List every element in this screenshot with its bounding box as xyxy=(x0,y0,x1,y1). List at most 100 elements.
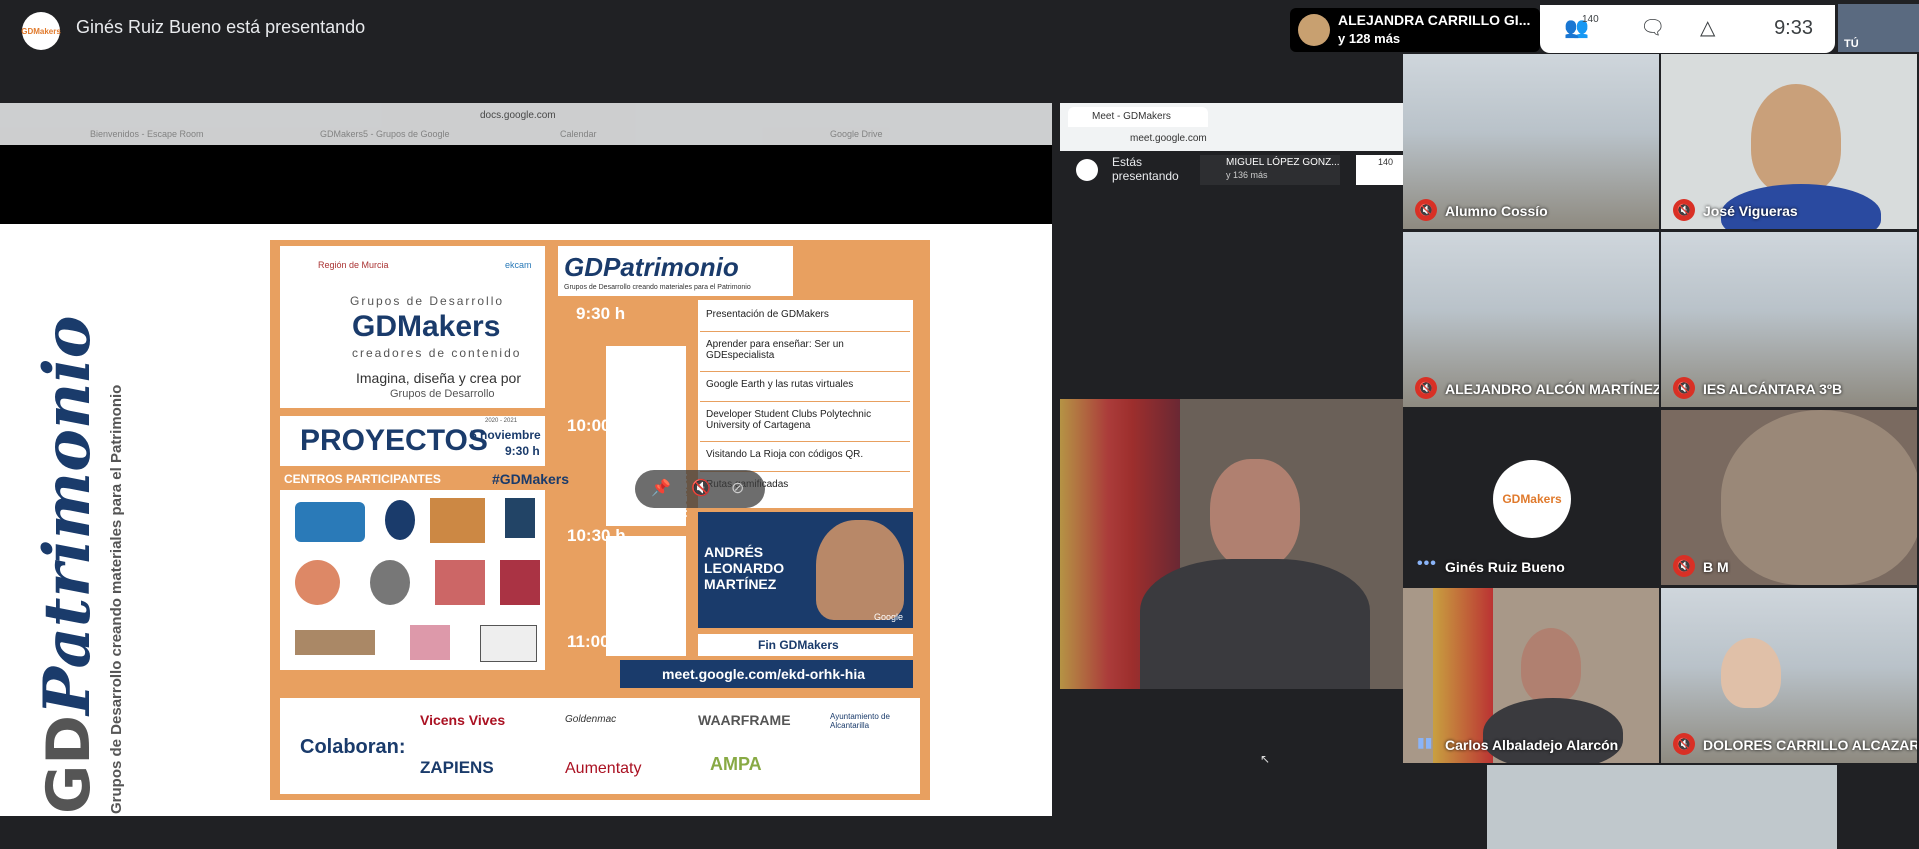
sponsor-logo: WAARFRAME xyxy=(698,712,791,728)
agenda-item: Visitando La Rioja con códigos QR. xyxy=(700,446,910,472)
vertical-gd: GD xyxy=(34,714,104,814)
participants-preview-chip[interactable]: ALEJANDRA CARRILLO GI... y 128 más xyxy=(1290,8,1540,52)
participant-tile-name: B M xyxy=(1703,559,1729,575)
nested-meet-top: Estás presentando MIGUEL LÓPEZ GONZ... y… xyxy=(1060,151,1403,189)
hashtag-label: #GDMakers xyxy=(492,471,570,487)
speaker-card: ANDRÉS LEONARDO MARTÍNEZ Google xyxy=(698,512,913,628)
participant-tile[interactable]: 🔇 IES ALCÁNTARA 3ºB xyxy=(1661,232,1917,407)
nested-participant-more: y 136 más xyxy=(1226,170,1268,180)
participant-tile[interactable]: ▮▮ Carlos Albaladejo Alarcón xyxy=(1403,588,1659,763)
participant-tile-name: ALEJANDRO ALCÓN MARTÍNEZ xyxy=(1445,381,1659,397)
shared-tab: Google Drive xyxy=(830,129,883,139)
vertical-subtitle: Grupos de Desarrollo creando materiales … xyxy=(108,384,125,814)
shared-document: GDPatrimonio Grupos de Desarrollo creand… xyxy=(0,224,1052,816)
participant-tile[interactable]: 🔇 B M xyxy=(1661,410,1917,585)
nested-browser-bar: Meet - GDMakers meet.google.com xyxy=(1060,103,1403,151)
shared-tab: Calendar xyxy=(560,129,597,139)
nested-speaker-video xyxy=(1060,399,1403,689)
more-options-icon[interactable]: ••• xyxy=(1417,555,1437,573)
meeting-toolbar: 👥 140 🗨 △ 9:33 xyxy=(1540,5,1835,53)
chat-icon[interactable]: 🗨 xyxy=(1640,15,1665,40)
nested-url: meet.google.com xyxy=(1130,133,1207,144)
grupos-desarrollo-text: Grupos de Desarrollo xyxy=(350,294,505,308)
colaboran-box: Colaboran: Vicens Vives Goldenmac WAARFR… xyxy=(280,698,920,794)
nested-participant: MIGUEL LÓPEZ GONZ... xyxy=(1226,157,1340,168)
participant-avatar xyxy=(1298,14,1330,46)
nested-meet-screen: Meet - GDMakers meet.google.com Estás pr… xyxy=(1060,103,1403,848)
shared-tab: GDMakers5 - Grupos de Google xyxy=(320,129,450,139)
colaboran-label: Colaboran: xyxy=(300,736,406,758)
participant-avatar: GDMakers xyxy=(1493,460,1571,538)
ekcam-logo-text: ekcam xyxy=(505,260,532,270)
nested-count: 140 xyxy=(1378,157,1394,167)
participant-tile-name: Carlos Albaladejo Alarcón xyxy=(1445,737,1619,753)
self-view-tile[interactable]: TÚ xyxy=(1838,4,1919,52)
participant-tile[interactable]: 🔇 José Vigueras xyxy=(1661,54,1917,229)
shared-tab: Bienvenidos - Escape Room xyxy=(90,129,204,139)
sponsor-logo: Aumentaty xyxy=(565,760,642,777)
mic-off-icon: 🔇 xyxy=(1673,555,1695,577)
participant-tile-name: DOLORES CARRILLO ALCAZAR xyxy=(1703,737,1917,753)
proyectos-box: PROYECTOS 2020 - 2021 5 noviembre 9:30 h xyxy=(280,416,545,466)
sponsor-logo: AMPA xyxy=(710,754,762,774)
participant-tile[interactable]: GDMakers ••• Ginés Ruiz Bueno xyxy=(1403,410,1659,585)
activities-icon[interactable]: △ xyxy=(1700,15,1715,40)
centros-label: CENTROS PARTICIPANTES xyxy=(284,472,441,486)
gdpatrimonio-box: GDPatrimonio Grupos de Desarrollo creand… xyxy=(558,246,793,296)
participant-tile[interactable]: 🔇 ALEJANDRO ALCÓN MARTÍNEZ xyxy=(1403,232,1659,407)
gdpatrimonio-sub: Grupos de Desarrollo creando materiales … xyxy=(564,284,751,291)
mute-icon[interactable]: 🔇 xyxy=(691,478,711,498)
mouse-cursor-icon: ↖ xyxy=(1260,752,1271,766)
agenda-item: Developer Student Clubs Polytechnic Univ… xyxy=(700,406,910,442)
centros-logos xyxy=(280,490,545,670)
speaker-name: ANDRÉS LEONARDO MARTÍNEZ xyxy=(704,544,785,592)
pin-icon[interactable]: 📌 xyxy=(651,478,671,498)
gdmakers-logo-text: GDMakers xyxy=(352,310,501,343)
speaker-photo xyxy=(816,520,904,620)
gdpatrimonio-title: GDPatrimonio xyxy=(564,252,739,282)
nested-tab-title: Meet - GDMakers xyxy=(1092,111,1171,122)
presenter-status-label: Ginés Ruiz Bueno está presentando xyxy=(76,17,366,37)
mic-off-icon: 🔇 xyxy=(1673,377,1695,399)
participant-tile-name: Alumno Cossío xyxy=(1445,203,1548,219)
shared-browser-bar: docs.google.com Bienvenidos - Escape Roo… xyxy=(0,103,1052,145)
sponsor-logo: Ayuntamiento de Alcantarilla xyxy=(830,712,890,730)
sponsor-logo: Vicens Vives xyxy=(420,712,506,728)
event-hour: 9:30 h xyxy=(505,444,540,458)
proyectos-title: PROYECTOS xyxy=(300,424,488,457)
participant-tile-name: IES ALCÁNTARA 3ºB xyxy=(1703,381,1843,397)
event-poster: Región de Murcia ekcam Grupos de Desarro… xyxy=(270,240,930,800)
event-date: 5 noviembre xyxy=(470,428,541,442)
self-view-label: TÚ xyxy=(1844,38,1859,50)
shared-url: docs.google.com xyxy=(480,110,556,121)
grupos-desarrollo-text-2: Grupos de Desarrollo xyxy=(390,388,495,400)
shared-screen: docs.google.com Bienvenidos - Escape Roo… xyxy=(0,103,1052,816)
course-year: 2020 - 2021 xyxy=(485,418,518,424)
people-count: 140 xyxy=(1582,14,1599,25)
meet-link-box: meet.google.com/ekd-orhk-hia xyxy=(620,660,913,688)
sponsor-logo: ZAPIENS xyxy=(420,758,494,777)
participant-tile[interactable]: 🔇 Alumno Cossío xyxy=(1403,54,1659,229)
speaking-indicator-icon: ▮▮ xyxy=(1417,734,1433,750)
time-label: 9:30 h xyxy=(576,304,626,323)
presenter-avatar: GDMakers xyxy=(21,12,61,50)
mic-off-icon: 🔇 xyxy=(1673,733,1695,755)
agenda-item: Presentación de GDMakers xyxy=(700,306,910,332)
mic-off-icon: 🔇 xyxy=(1673,199,1695,221)
creadores-text: creadores de contenido xyxy=(352,346,522,360)
participant-tile-name: José Vigueras xyxy=(1703,203,1798,219)
participant-name: ALEJANDRA CARRILLO GI... xyxy=(1338,12,1531,28)
participant-tile[interactable]: 🔇 DOLORES CARRILLO ALCAZAR xyxy=(1661,588,1917,763)
clock: 9:33 xyxy=(1774,17,1813,39)
nested-browser-tab: Meet - GDMakers xyxy=(1068,107,1208,127)
fin-label: Fin GDMakers xyxy=(758,638,839,652)
mic-off-icon: 🔇 xyxy=(1415,199,1437,221)
agenda-item: Aprender para enseñar: Ser un GDEspecial… xyxy=(700,336,910,372)
remove-icon[interactable]: ⊘ xyxy=(731,478,744,498)
participant-more-count: y 128 más xyxy=(1338,31,1401,46)
participant-tile-partial[interactable] xyxy=(1487,765,1837,849)
region-logo-text: Región de Murcia xyxy=(318,260,389,270)
meet-link: meet.google.com/ekd-orhk-hia xyxy=(662,666,866,682)
participant-tile-name: Ginés Ruiz Bueno xyxy=(1445,559,1565,575)
agenda-item: Google Earth y las rutas virtuales xyxy=(700,376,910,402)
